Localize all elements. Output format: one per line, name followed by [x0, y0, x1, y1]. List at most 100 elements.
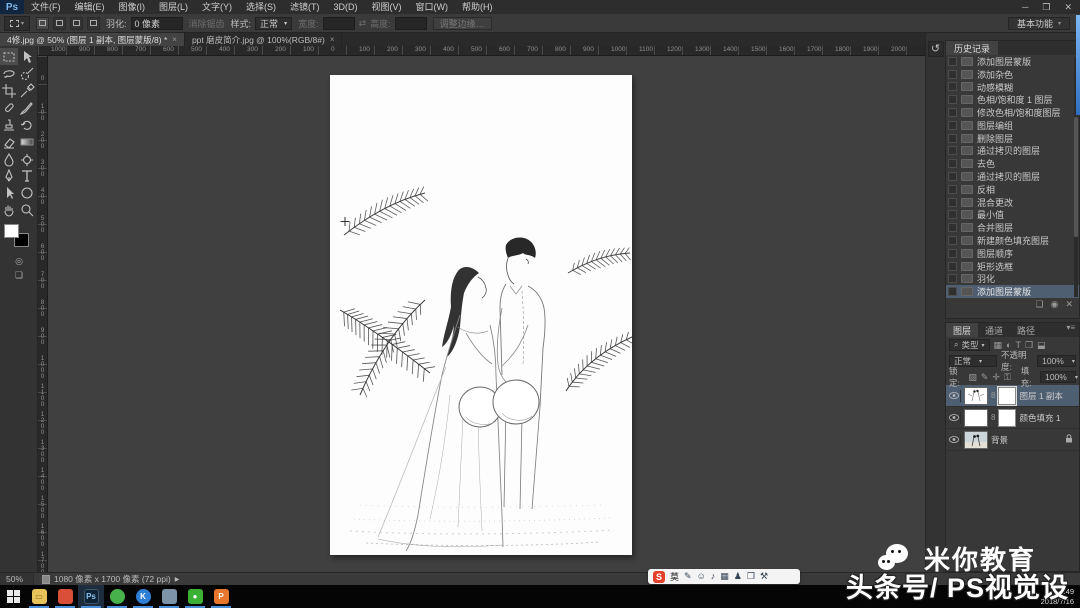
taskbar-photoshop-button[interactable]: Ps: [78, 585, 104, 608]
layers-tab-0[interactable]: 图层: [946, 323, 978, 337]
tool-pen[interactable]: [0, 167, 18, 184]
tool-path-selection[interactable]: [0, 184, 18, 201]
history-brush-source-checkbox[interactable]: [948, 70, 957, 79]
history-brush-source-checkbox[interactable]: [948, 262, 957, 271]
vertical-ruler[interactable]: 0100200300400500600700800900100011001200…: [38, 56, 48, 572]
history-state-15[interactable]: 图层顺序: [946, 247, 1079, 260]
taskbar-gray-app-button[interactable]: [156, 585, 182, 608]
history-brush-source-checkbox[interactable]: [948, 146, 957, 155]
tool-hand[interactable]: [0, 201, 18, 218]
scrollbar-thumb[interactable]: [1074, 117, 1078, 237]
mic-icon[interactable]: ♪: [711, 571, 716, 582]
style-select[interactable]: 正常▾: [255, 17, 292, 30]
history-state-9[interactable]: 通过拷贝的图层: [946, 170, 1079, 183]
menu-item-3[interactable]: 图层(L): [152, 0, 195, 14]
add-selection-button[interactable]: [53, 17, 66, 30]
tool-move[interactable]: [18, 48, 36, 65]
subtract-selection-button[interactable]: [70, 17, 83, 30]
history-state-6[interactable]: 删除图层: [946, 132, 1079, 145]
menu-item-8[interactable]: 视图(V): [365, 0, 409, 14]
visibility-toggle[interactable]: [948, 434, 961, 446]
tool-lasso[interactable]: [0, 65, 18, 82]
history-brush-source-checkbox[interactable]: [948, 134, 957, 143]
layer-mask-thumbnail[interactable]: [998, 387, 1016, 405]
lock-all-icon[interactable]: ⚿: [1004, 372, 1011, 383]
layer-name[interactable]: 背景: [991, 434, 1008, 446]
taskbar-start-button[interactable]: [0, 585, 26, 608]
keyboard-icon[interactable]: ▦: [720, 571, 729, 582]
layer-mask-thumbnail[interactable]: [998, 409, 1016, 427]
taskbar-orange-app-button[interactable]: P: [208, 585, 234, 608]
history-brush-source-checkbox[interactable]: [948, 57, 957, 66]
history-state-16[interactable]: 矩形选框: [946, 260, 1079, 273]
history-dock-icon[interactable]: ↺: [928, 41, 944, 57]
tab-close-icon[interactable]: ×: [172, 35, 177, 44]
history-brush-source-checkbox[interactable]: [948, 198, 957, 207]
history-brush-source-checkbox[interactable]: [948, 236, 957, 245]
lock-position-icon[interactable]: ✛: [992, 372, 1000, 383]
visibility-toggle[interactable]: [948, 390, 961, 402]
visibility-toggle[interactable]: [948, 412, 961, 424]
height-input[interactable]: [395, 17, 427, 30]
wrench-icon[interactable]: ⚒: [760, 571, 768, 582]
workspace-switcher[interactable]: 基本功能▾: [1008, 17, 1070, 30]
menu-item-7[interactable]: 3D(D): [327, 0, 365, 14]
tool-zoom[interactable]: [18, 201, 36, 218]
tool-crop[interactable]: [0, 82, 18, 99]
tool-preset-picker[interactable]: ▾: [4, 16, 30, 31]
layers-tab-2[interactable]: 路径: [1010, 323, 1042, 337]
tool-spot-healing-brush[interactable]: [0, 99, 18, 116]
tool-eyedropper[interactable]: [18, 82, 36, 99]
status-arrow-icon[interactable]: ▶: [175, 576, 180, 583]
taskbar-green-app-button[interactable]: [104, 585, 130, 608]
fill-input[interactable]: 100%▾: [1040, 371, 1076, 383]
pasteboard[interactable]: [48, 56, 925, 572]
delete-state-icon[interactable]: ✕: [1065, 299, 1073, 310]
menu-item-6[interactable]: 滤镜(T): [283, 0, 327, 14]
width-input[interactable]: [323, 17, 355, 30]
history-state-5[interactable]: 图层编组: [946, 119, 1079, 132]
history-state-18[interactable]: 添加图层蒙版: [946, 285, 1079, 298]
layer-name[interactable]: 图层 1 副本: [1019, 390, 1062, 402]
history-brush-source-checkbox[interactable]: [948, 274, 957, 283]
taskbar-kugou-music-button[interactable]: K: [130, 585, 156, 608]
new-document-from-state-icon[interactable]: ❏: [1036, 299, 1044, 310]
history-state-7[interactable]: 通过拷贝的图层: [946, 145, 1079, 158]
history-brush-source-checkbox[interactable]: [948, 172, 957, 181]
history-brush-source-checkbox[interactable]: [948, 210, 957, 219]
tool-brush[interactable]: [18, 99, 36, 116]
new-selection-button[interactable]: [36, 17, 49, 30]
menu-item-0[interactable]: 文件(F): [24, 0, 68, 14]
emoji-icon[interactable]: ☺: [697, 571, 706, 582]
history-brush-source-checkbox[interactable]: [948, 121, 957, 130]
history-state-12[interactable]: 最小值: [946, 209, 1079, 222]
tool-dodge[interactable]: [18, 150, 36, 167]
taskbar-file-explorer-button[interactable]: ▭: [26, 585, 52, 608]
menu-item-4[interactable]: 文字(Y): [195, 0, 239, 14]
history-state-10[interactable]: 反相: [946, 183, 1079, 196]
history-state-13[interactable]: 合并图层: [946, 221, 1079, 234]
document-tab-0[interactable]: 4修.jpg @ 50% (图层 1 副本, 图层蒙版/8) *×: [0, 33, 185, 46]
horizontal-ruler[interactable]: 1000900800700600500400300200100010020030…: [38, 46, 925, 56]
layer-thumbnail[interactable]: [964, 387, 988, 405]
panel-menu-icon[interactable]: ▾≡: [1066, 323, 1079, 337]
refine-edge-button[interactable]: 调整边缘…: [433, 17, 492, 30]
foreground-color-swatch[interactable]: [4, 224, 19, 238]
history-state-11[interactable]: 混合更改: [946, 196, 1079, 209]
pen-icon[interactable]: ✎: [684, 571, 692, 582]
history-brush-source-checkbox[interactable]: [948, 223, 957, 232]
close-button[interactable]: ✕: [1064, 2, 1072, 13]
lock-transparency-icon[interactable]: ▨: [968, 372, 977, 383]
minimize-button[interactable]: ─: [1022, 2, 1028, 13]
history-state-8[interactable]: 去色: [946, 157, 1079, 170]
canvas[interactable]: [330, 75, 632, 555]
menu-item-9[interactable]: 窗口(W): [409, 0, 456, 14]
tool-ellipse-shape[interactable]: [18, 184, 36, 201]
taskbar-wechat-button[interactable]: ●: [182, 585, 208, 608]
tool-history-brush[interactable]: [18, 116, 36, 133]
menu-item-5[interactable]: 选择(S): [239, 0, 283, 14]
history-state-3[interactable]: 色相/饱和度 1 图层: [946, 93, 1079, 106]
tool-blur[interactable]: [0, 150, 18, 167]
history-state-1[interactable]: 添加杂色: [946, 68, 1079, 81]
history-brush-source-checkbox[interactable]: [948, 159, 957, 168]
